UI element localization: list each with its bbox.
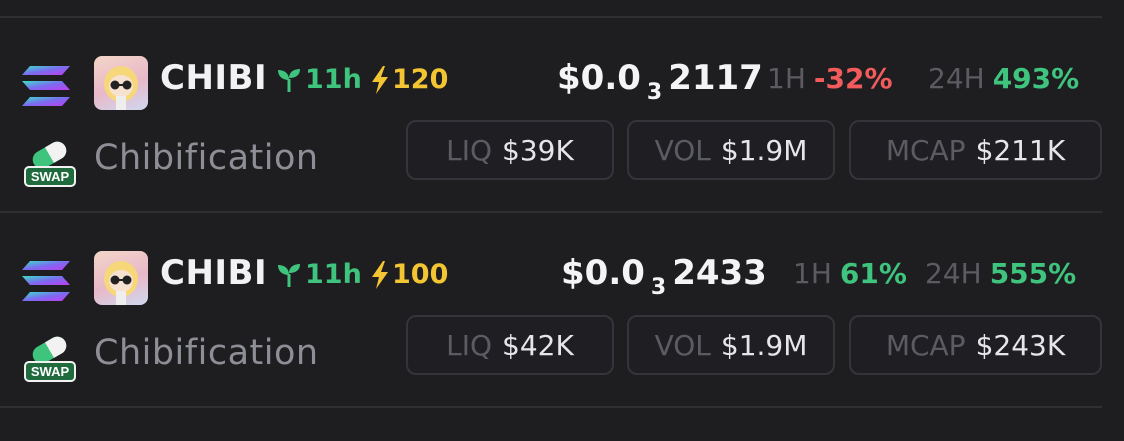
row-divider-top [0, 16, 1102, 18]
change-24h: 24H 555% [925, 257, 1076, 290]
change-1h-label: 1H [767, 62, 806, 95]
token-boost: 100 [370, 259, 448, 290]
row-divider [0, 211, 1102, 213]
change-24h-label: 24H [928, 62, 985, 95]
token-age: 11h [276, 259, 362, 290]
change-24h-value: 555% [989, 257, 1077, 290]
liq-value: $39K [502, 133, 574, 167]
market-cap-stat[interactable]: MCAP $211K [849, 120, 1102, 180]
token-price: $0.0 3 2433 [561, 253, 767, 300]
change-1h-label: 1H [793, 257, 832, 290]
token-ticker: CHIBI [160, 253, 268, 293]
price-prefix: $0.0 [561, 253, 645, 293]
token-age: 11h [276, 64, 362, 95]
market-cap-stat[interactable]: MCAP $243K [849, 315, 1102, 375]
price-prefix: $0.0 [557, 58, 641, 98]
swap-badge-label: SWAP [31, 364, 70, 379]
token-age-value: 11h [305, 64, 362, 95]
token-age-value: 11h [305, 259, 362, 290]
row-divider-bottom [0, 406, 1102, 408]
token-ticker: CHIBI [160, 58, 268, 98]
price-zero-count: 3 [646, 80, 663, 105]
lightning-bolt-icon [372, 260, 388, 289]
liq-label: LIQ [446, 133, 493, 167]
token-price: $0.0 3 2117 [557, 58, 763, 105]
mcap-label: MCAP [885, 133, 966, 167]
change-24h: 24H 493% [928, 62, 1079, 95]
change-1h: 1H 61% [793, 257, 907, 290]
solana-logo-icon [22, 261, 70, 301]
seedling-icon [278, 263, 300, 287]
token-full-name: Chibification [94, 333, 319, 373]
price-zero-count: 3 [650, 275, 667, 300]
vol-value: $1.9M [720, 133, 808, 167]
change-1h-value: 61% [839, 257, 907, 290]
token-boost-value: 120 [392, 64, 449, 95]
lightning-bolt-icon [372, 65, 388, 94]
token-avatar [94, 251, 148, 305]
token-boost-value: 100 [392, 259, 449, 290]
swap-badge-label: SWAP [31, 169, 70, 184]
token-boost: 120 [370, 64, 448, 95]
mcap-label: MCAP [885, 328, 966, 362]
token-row[interactable]: CHIBI 11h 100 $0.0 3 2433 1H 61% 24H 555% SW… [0, 251, 1124, 441]
swap-platform-icon: SWAP [24, 336, 76, 382]
liquidity-stat[interactable]: LIQ $39K [406, 120, 614, 180]
token-row[interactable]: CHIBI 11h 120 $0.0 3 2117 1H -32% 24H 493% S… [0, 56, 1124, 246]
mcap-value: $211K [975, 133, 1066, 167]
change-1h-value: -32% [813, 62, 893, 95]
seedling-icon [278, 68, 300, 92]
liq-value: $42K [502, 328, 574, 362]
change-24h-label: 24H [925, 257, 982, 290]
price-digits: 2433 [672, 253, 767, 293]
volume-stat[interactable]: VOL $1.9M [627, 315, 835, 375]
swap-platform-icon: SWAP [24, 141, 76, 187]
change-24h-value: 493% [992, 62, 1080, 95]
liquidity-stat[interactable]: LIQ $42K [406, 315, 614, 375]
price-digits: 2117 [668, 58, 763, 98]
vol-value: $1.9M [720, 328, 808, 362]
vol-label: VOL [654, 133, 711, 167]
token-avatar [94, 56, 148, 110]
vol-label: VOL [654, 328, 711, 362]
solana-logo-icon [22, 66, 70, 106]
change-1h: 1H -32% [767, 62, 893, 95]
volume-stat[interactable]: VOL $1.9M [627, 120, 835, 180]
liq-label: LIQ [446, 328, 493, 362]
token-full-name: Chibification [94, 138, 319, 178]
mcap-value: $243K [975, 328, 1066, 362]
